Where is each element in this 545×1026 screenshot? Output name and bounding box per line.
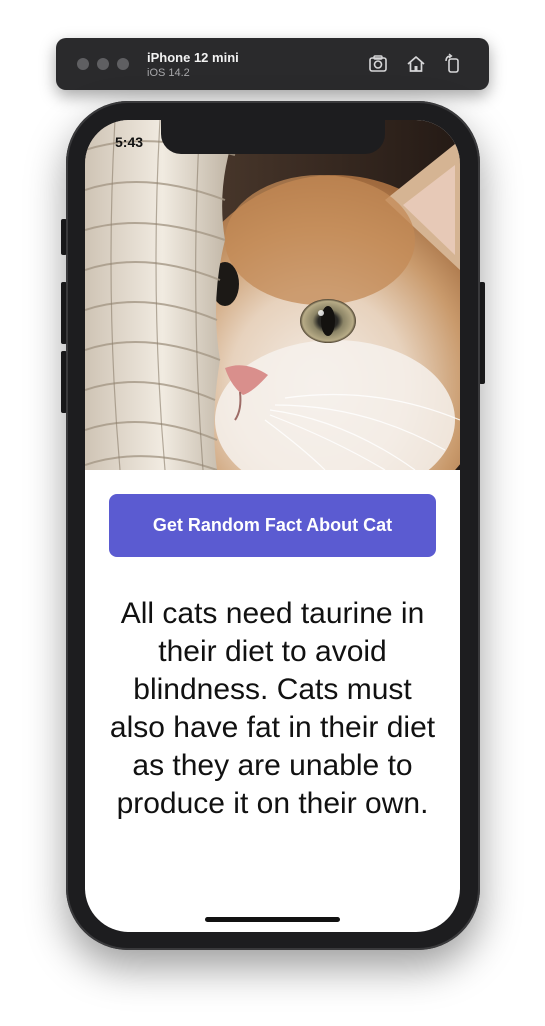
simulator-toolbar: iPhone 12 mini iOS 14.2 [56,38,489,90]
cat-image [85,120,460,470]
minimize-window-button[interactable] [97,58,109,70]
rotate-icon[interactable] [442,53,464,75]
notch [161,120,385,154]
simulator-window: iPhone 12 mini iOS 14.2 5:43 Get Random … [0,0,545,1026]
screenshot-icon[interactable] [367,53,389,75]
cat-fact-text: All cats need taurine in their diet to a… [109,597,436,820]
device-screen: 5:43 Get Random Fact About Cat All cats … [85,120,460,932]
home-indicator[interactable] [205,917,340,922]
home-icon[interactable] [405,53,427,75]
device-name: iPhone 12 mini [147,50,239,65]
os-version: iOS 14.2 [147,67,190,79]
close-window-button[interactable] [77,58,89,70]
zoom-window-button[interactable] [117,58,129,70]
random-fact-button[interactable]: Get Random Fact About Cat [109,494,436,557]
status-time: 5:43 [115,134,144,150]
